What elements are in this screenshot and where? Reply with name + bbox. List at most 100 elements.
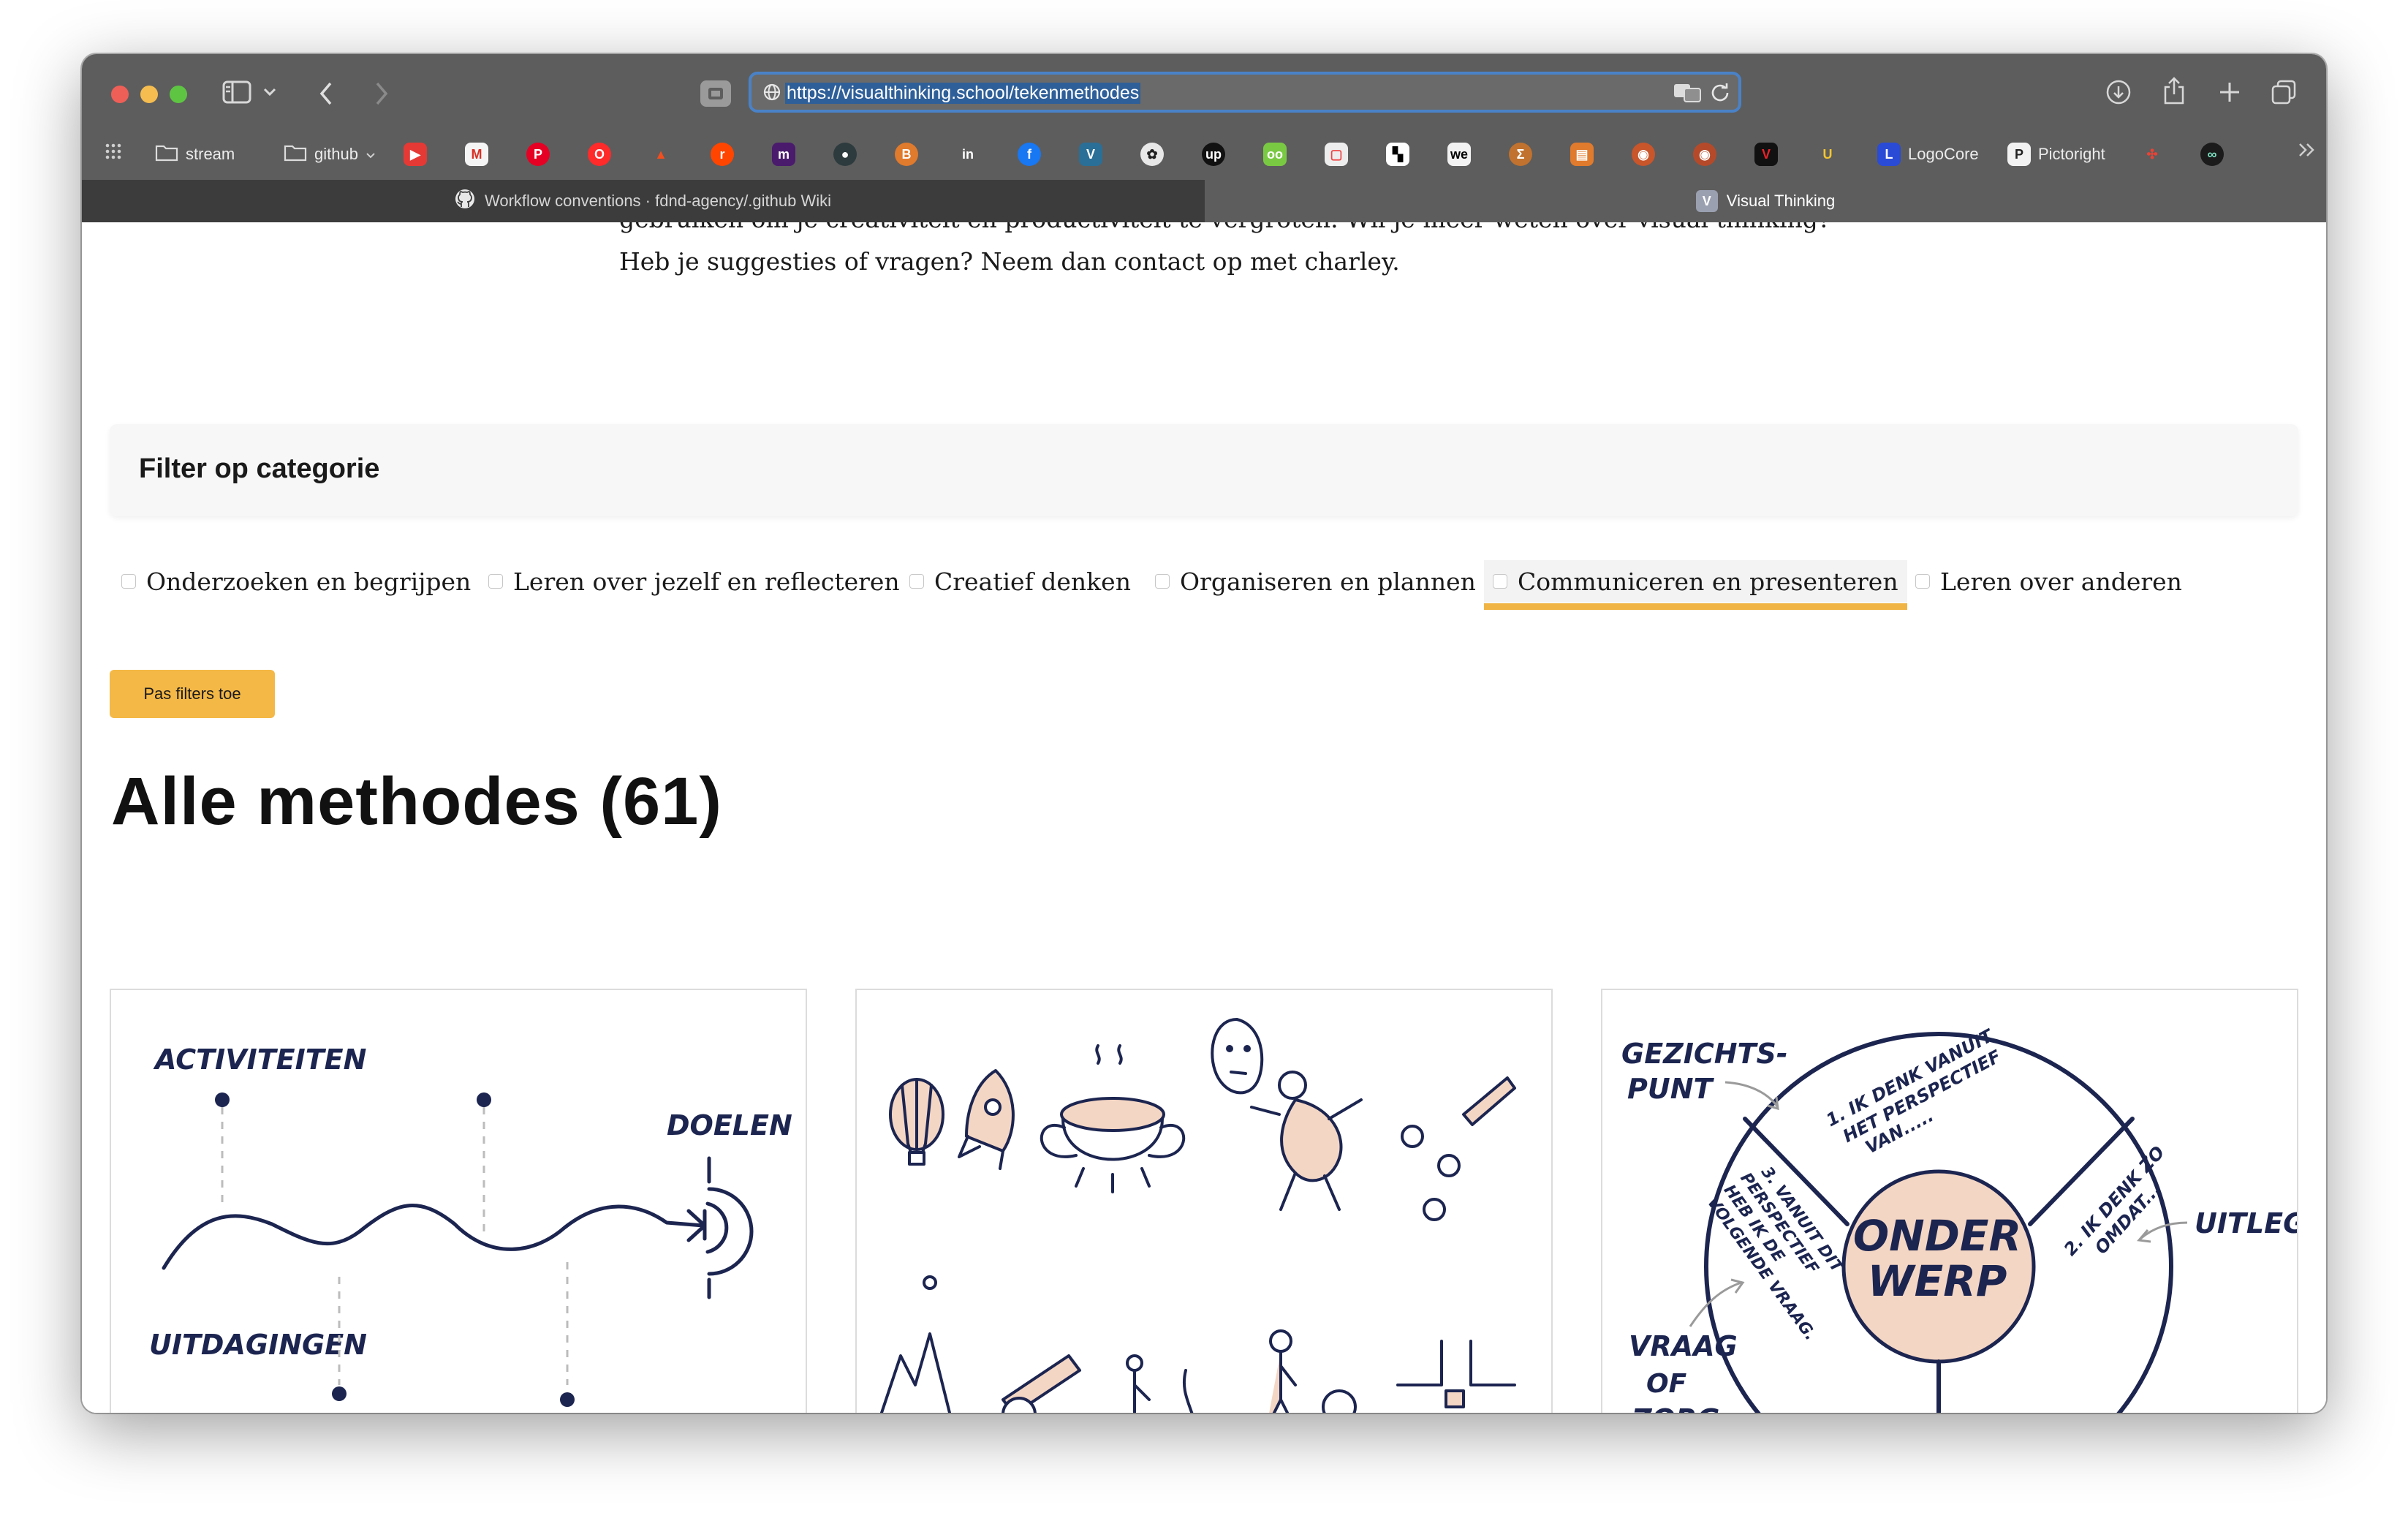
upwork-icon[interactable]: up [1202,143,1225,166]
url-text[interactable]: https://visualthinking.school/tekenmetho… [785,83,1141,104]
share-icon[interactable] [2159,75,2189,107]
bookmark-logocore[interactable]: L LogoCore [1877,140,1979,169]
gmail-icon[interactable]: M [465,143,488,166]
tab-bar: Workflow conventions · fdnd-agency/.gith… [82,180,2326,222]
intro-text-line-1: gebruiken om je creativiteit en producti… [619,222,1831,233]
pinwheel-icon[interactable]: ✣ [2140,143,2164,166]
filter-communiceren-en-presenteren[interactable]: Communiceren en presenteren [1484,560,1907,610]
reader-icon[interactable] [700,80,731,107]
minimize-window-button[interactable] [140,86,158,103]
intro-text-line-2: Heb je suggesties of vragen? Neem dan co… [619,247,1400,276]
owl-icon[interactable]: oo [1263,143,1287,166]
filter-leren-over-anderen[interactable]: Leren over anderen [1915,560,2182,603]
chevron-down-icon [366,145,376,164]
apply-filters-button[interactable]: Pas filters toe [110,670,275,718]
center-label: WERP [1868,1256,2007,1306]
bitcoin-icon[interactable]: B [895,143,918,166]
card-label: ACTIVITEITEN [153,1043,366,1076]
we-icon[interactable]: we [1447,143,1471,166]
opera-icon[interactable]: O [588,143,611,166]
sidebar-toggle-icon[interactable] [221,79,253,105]
ball-alt-icon[interactable]: ◉ [1693,143,1716,166]
v-icon: V [1695,190,1718,212]
filter-title: Filter op categorie [139,453,380,484]
checkbox[interactable] [121,574,136,589]
filter-onderzoeken-en-begrijpen[interactable]: Onderzoeken en begrijpen [121,560,471,603]
facebook-icon[interactable]: f [1018,143,1041,166]
page-content: gebruiken om je creativiteit en producti… [82,222,2326,1413]
browser-window: https://visualthinking.school/tekenmetho… [82,54,2326,1413]
filter-leren-over-jezelf[interactable]: Leren over jezelf en reflecteren [488,560,900,603]
browser-toolbar: https://visualthinking.school/tekenmetho… [82,54,2326,130]
mountain-icon [879,1275,952,1413]
cannon-icon [1002,1354,1081,1413]
m-app-icon[interactable]: m [772,143,795,166]
filter-panel: Filter op categorie [110,424,2298,516]
card-label: GEZICHTS- [1621,1038,1788,1070]
chevron-down-icon[interactable] [261,83,279,101]
square-app-icon[interactable]: ▢ [1325,143,1348,166]
face-icon [1211,1018,1264,1095]
bookmark-extra-icons: ✣ ∞ [2140,140,2224,169]
grid-icon[interactable] [102,140,124,162]
translate-icon[interactable] [1673,82,1702,102]
card-label: DOELEN [667,1109,792,1141]
crossroads-icon [1396,1340,1516,1413]
timeline-illustration: ACTIVITEITEN DOELEN UITDAGINGEN [149,1043,792,1407]
method-card-perspective[interactable]: ONDER WERP GEZICHTS- PUNT UITLEG VRAAG O… [1601,989,2298,1413]
card-label: UITDAGINGEN [149,1329,367,1361]
card-label: VRAAG [1629,1330,1738,1362]
openai-icon[interactable]: ✿ [1140,143,1164,166]
bookmark-folder-github[interactable]: github [284,140,376,169]
perspective-circle-illustration: ONDER WERP GEZICHTS- PUNT UITLEG VRAAG O… [1621,1025,2297,1413]
center-label: ONDER [1853,1211,2021,1261]
linkedin-icon[interactable]: in [956,143,980,166]
dancer-icon [1250,1071,1363,1211]
logocore-icon: L [1877,143,1901,166]
cauldron-icon [1040,1044,1186,1193]
oo-icon[interactable]: ∞ [2200,143,2224,166]
gears-icon [1401,1076,1516,1221]
layers-icon[interactable]: ▤ [1570,143,1594,166]
circle-app-icon[interactable]: ● [833,143,857,166]
u-icon[interactable]: U [1816,143,1839,166]
reload-icon[interactable] [1709,81,1731,103]
page-title: Alle methodes (61) [111,764,722,839]
bookmark-pictoright[interactable]: P Pictoright [2007,140,2105,169]
checkbox[interactable] [488,574,503,589]
ball-icon[interactable]: ◉ [1632,143,1655,166]
back-icon[interactable] [313,79,339,108]
filter-organiseren-en-plannen[interactable]: Organiseren en plannen [1155,560,1476,603]
filter-creatief-denken[interactable]: Creatief denken [909,560,1131,603]
checkbox[interactable] [1915,574,1930,589]
checkbox[interactable] [909,574,924,589]
folder-icon [155,143,178,166]
sigma-icon[interactable]: Σ [1509,143,1532,166]
triangle-icon[interactable]: ▲ [649,143,673,166]
v-mark-icon[interactable]: V [1754,143,1778,166]
download-icon[interactable] [2104,78,2133,107]
bookmark-folder-stream[interactable]: stream [155,140,235,169]
tab-overview-icon[interactable] [2269,78,2298,107]
youtube-icon[interactable]: ▶ [404,143,427,166]
tab-visual-thinking[interactable]: V Visual Thinking [1205,180,2326,222]
address-bar[interactable]: https://visualthinking.school/tekenmetho… [749,72,1741,113]
tab-github-wiki[interactable]: Workflow conventions · fdnd-agency/.gith… [82,180,1203,222]
checkbox[interactable] [1155,574,1170,589]
checkbox[interactable] [1493,574,1507,589]
vimeo-icon[interactable]: V [1079,143,1102,166]
football-player-icon [1269,1329,1357,1413]
pinterest-icon[interactable]: P [526,143,550,166]
forward-icon[interactable] [368,79,395,108]
close-window-button[interactable] [111,86,129,103]
github-icon [454,188,476,214]
reddit-icon[interactable]: r [711,143,734,166]
zoom-window-button[interactable] [170,86,187,103]
card-label: PUNT [1627,1073,1715,1105]
qr-icon[interactable]: ▚ [1386,143,1409,166]
new-tab-icon[interactable] [2215,78,2244,107]
method-card-metaphors[interactable] [855,989,1553,1413]
more-bookmarks-icon[interactable] [2295,139,2317,161]
hiker-icon [1126,1354,1194,1413]
method-card-timeline[interactable]: ACTIVITEITEN DOELEN UITDAGINGEN [110,989,807,1413]
